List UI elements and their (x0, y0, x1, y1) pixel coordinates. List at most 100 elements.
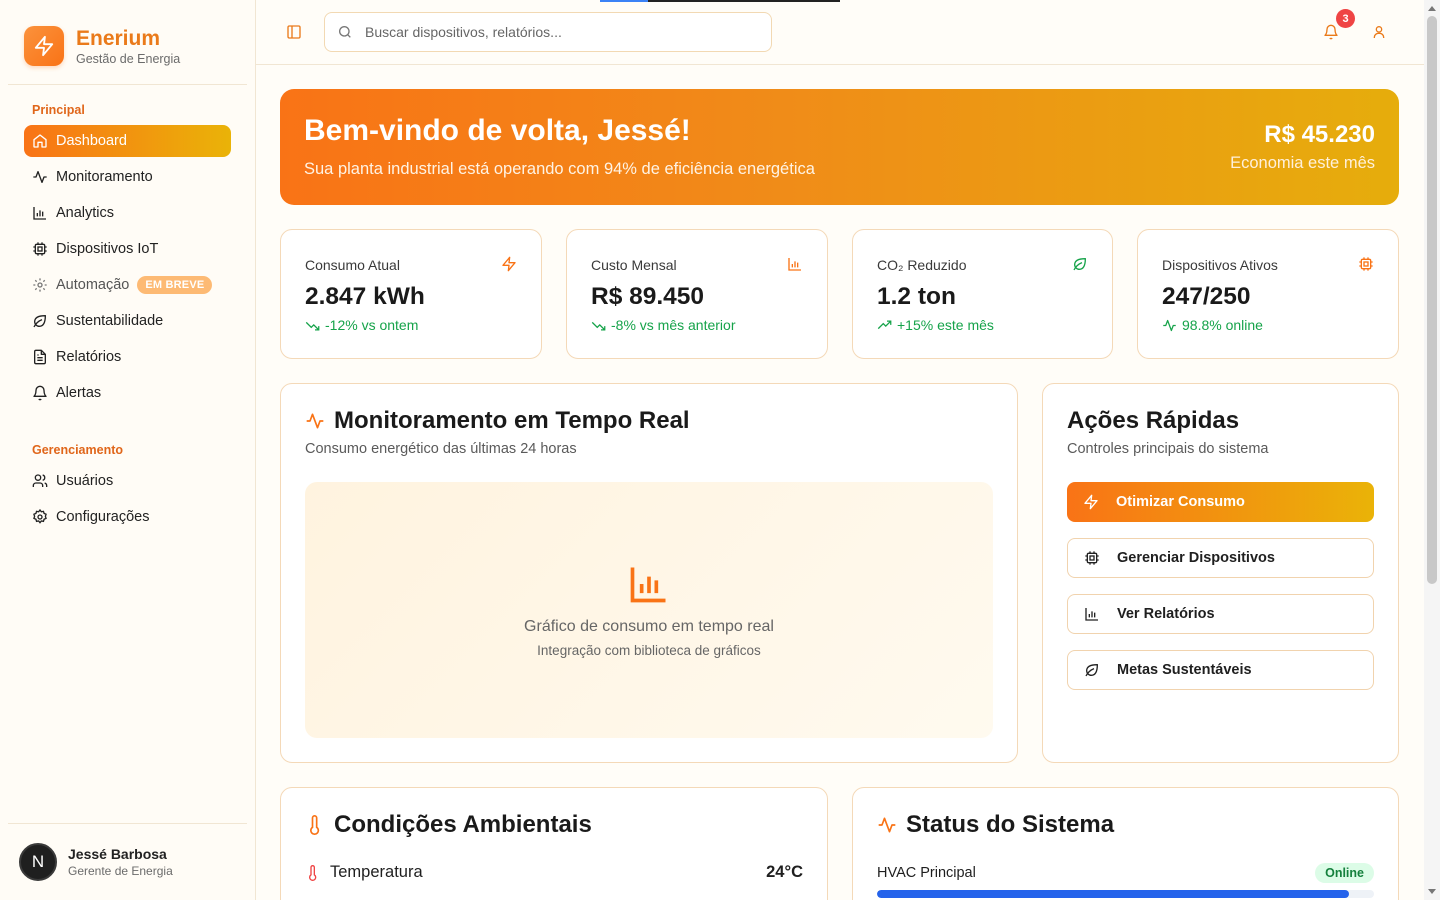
settings-icon (32, 509, 48, 525)
sidebar-item-label: Configurações (56, 509, 150, 525)
user-profile[interactable]: N Jessé Barbosa Gerente de Energia (19, 843, 173, 881)
stat-delta: -12% vs ontem (305, 317, 418, 333)
section-subtitle: Consumo energético das últimas 24 horas (305, 441, 577, 457)
scrollbar[interactable] (1424, 0, 1440, 900)
stat-value: 2.847 kWh (305, 283, 425, 310)
section-title-text: Monitoramento em Tempo Real (334, 407, 690, 434)
sidebar-item-usuarios[interactable]: Usuários (24, 465, 231, 497)
section-title: Ações Rápidas (1067, 407, 1240, 434)
search-box[interactable] (324, 12, 772, 52)
stat-title: Custo Mensal (591, 257, 677, 273)
activity-icon (305, 411, 325, 431)
brand-name: Enerium (76, 26, 161, 50)
scroll-thumb[interactable] (1427, 16, 1437, 584)
trending-down-icon (591, 321, 606, 330)
leaf-icon (32, 313, 48, 329)
sidebar-item-label: Relatórios (56, 349, 122, 365)
thermometer-icon (305, 815, 325, 835)
sidebar-toggle-button[interactable] (286, 24, 302, 40)
bell-icon (1324, 24, 1338, 40)
divider (8, 84, 247, 85)
quick-actions-card: Ações Rápidas Controles principais do si… (1042, 383, 1399, 763)
panel-left-icon (287, 25, 301, 39)
realtime-monitor-card: Monitoramento em Tempo Real Consumo ener… (280, 383, 1018, 763)
sidebar-item-dispositivos-iot[interactable]: Dispositivos IoT (24, 233, 231, 265)
bell-icon (32, 385, 48, 401)
leaf-icon (1072, 256, 1088, 272)
stat-card-co2: CO₂ Reduzido 1.2 ton +15% este mês (852, 229, 1113, 359)
brand[interactable]: Enerium Gestão de Energia (24, 26, 180, 66)
bar-chart-icon (32, 205, 48, 221)
system-label: HVAC Principal (877, 865, 976, 881)
status-badge: Online (1315, 863, 1374, 883)
manage-devices-button[interactable]: Gerenciar Dispositivos (1067, 538, 1374, 578)
sidebar-item-relatorios[interactable]: Relatórios (24, 341, 231, 373)
stat-delta-text: 98.8% online (1182, 317, 1263, 333)
view-reports-button[interactable]: Ver Relatórios (1067, 594, 1374, 634)
scroll-down-arrow-icon[interactable] (1428, 889, 1436, 894)
sidebar-item-monitoramento[interactable]: Monitoramento (24, 161, 231, 193)
sidebar-item-analytics[interactable]: Analytics (24, 197, 231, 229)
sidebar: Enerium Gestão de Energia Principal Dash… (0, 0, 256, 900)
zap-icon (34, 35, 54, 57)
activity-icon (1163, 319, 1176, 331)
stat-card-dispositivos: Dispositivos Ativos 247/250 98.8% online (1137, 229, 1399, 359)
button-label: Metas Sustentáveis (1117, 662, 1252, 678)
cpu-icon (32, 241, 48, 257)
environment-row-temperature: Temperatura 24°C (305, 863, 803, 882)
stat-title: Consumo Atual (305, 257, 400, 273)
chart-placeholder-subtitle: Integração com biblioteca de gráficos (537, 643, 761, 658)
avatar: N (19, 843, 57, 881)
system-progress-track (877, 890, 1374, 898)
sustainable-goals-button[interactable]: Metas Sustentáveis (1067, 650, 1374, 690)
leaf-icon (1084, 662, 1100, 678)
stat-delta-text: -12% vs ontem (325, 317, 419, 333)
optimize-consumption-button[interactable]: Otimizar Consumo (1067, 482, 1374, 522)
file-text-icon (32, 349, 48, 365)
activity-icon (32, 169, 48, 185)
button-label: Gerenciar Dispositivos (1117, 550, 1275, 566)
chart-placeholder-title: Gráfico de consumo em tempo real (524, 618, 774, 635)
sidebar-item-sustentabilidade[interactable]: Sustentabilidade (24, 305, 231, 337)
notification-count-badge: 3 (1336, 9, 1355, 28)
brand-subtitle: Gestão de Energia (76, 51, 181, 66)
stat-delta: +15% este mês (877, 317, 994, 333)
search-icon (339, 26, 351, 38)
sidebar-item-automacao[interactable]: Automação EM BREVE (24, 269, 231, 301)
stat-title: CO₂ Reduzido (877, 257, 967, 273)
thermometer-icon (305, 864, 321, 881)
sidebar-item-label: Dashboard (56, 133, 127, 149)
button-label: Ver Relatórios (1117, 606, 1215, 622)
divider (8, 823, 247, 824)
sidebar-item-label: Usuários (56, 473, 114, 489)
stat-delta: 98.8% online (1162, 317, 1263, 333)
zap-icon (501, 256, 517, 272)
stat-delta: -8% vs mês anterior (591, 317, 735, 333)
sidebar-item-alertas[interactable]: Alertas (24, 377, 231, 409)
welcome-subtitle: Sua planta industrial está operando com … (304, 160, 815, 178)
notifications-button[interactable] (1323, 23, 1339, 41)
stat-delta-text: +15% este mês (897, 317, 994, 333)
savings-amount: R$ 45.230 (1264, 121, 1375, 148)
section-subtitle: Controles principais do sistema (1067, 441, 1269, 457)
trending-down-icon (305, 321, 320, 330)
system-row-hvac: HVAC Principal Online (877, 863, 1374, 883)
nav-group-gerenciamento: Gerenciamento (32, 443, 124, 457)
sidebar-item-configuracoes[interactable]: Configurações (24, 501, 231, 533)
env-label: Temperatura (330, 863, 423, 881)
search-input[interactable] (365, 24, 745, 40)
gear-icon (32, 277, 48, 293)
user-icon (1373, 26, 1385, 38)
savings-label: Economia este mês (1230, 154, 1375, 172)
stat-value: 1.2 ton (877, 283, 956, 310)
user-name: Jessé Barbosa (68, 846, 167, 862)
sidebar-item-dashboard[interactable]: Dashboard (24, 125, 231, 157)
section-title: Status do Sistema (877, 811, 1114, 839)
activity-icon (877, 815, 897, 835)
section-title-text: Status do Sistema (906, 811, 1115, 838)
welcome-title: Bem-vindo de volta, Jessé! (304, 114, 691, 147)
stat-title: Dispositivos Ativos (1162, 257, 1278, 273)
sidebar-item-label: Sustentabilidade (56, 313, 164, 329)
profile-button[interactable] (1371, 24, 1387, 40)
scroll-up-arrow-icon[interactable] (1428, 6, 1436, 11)
